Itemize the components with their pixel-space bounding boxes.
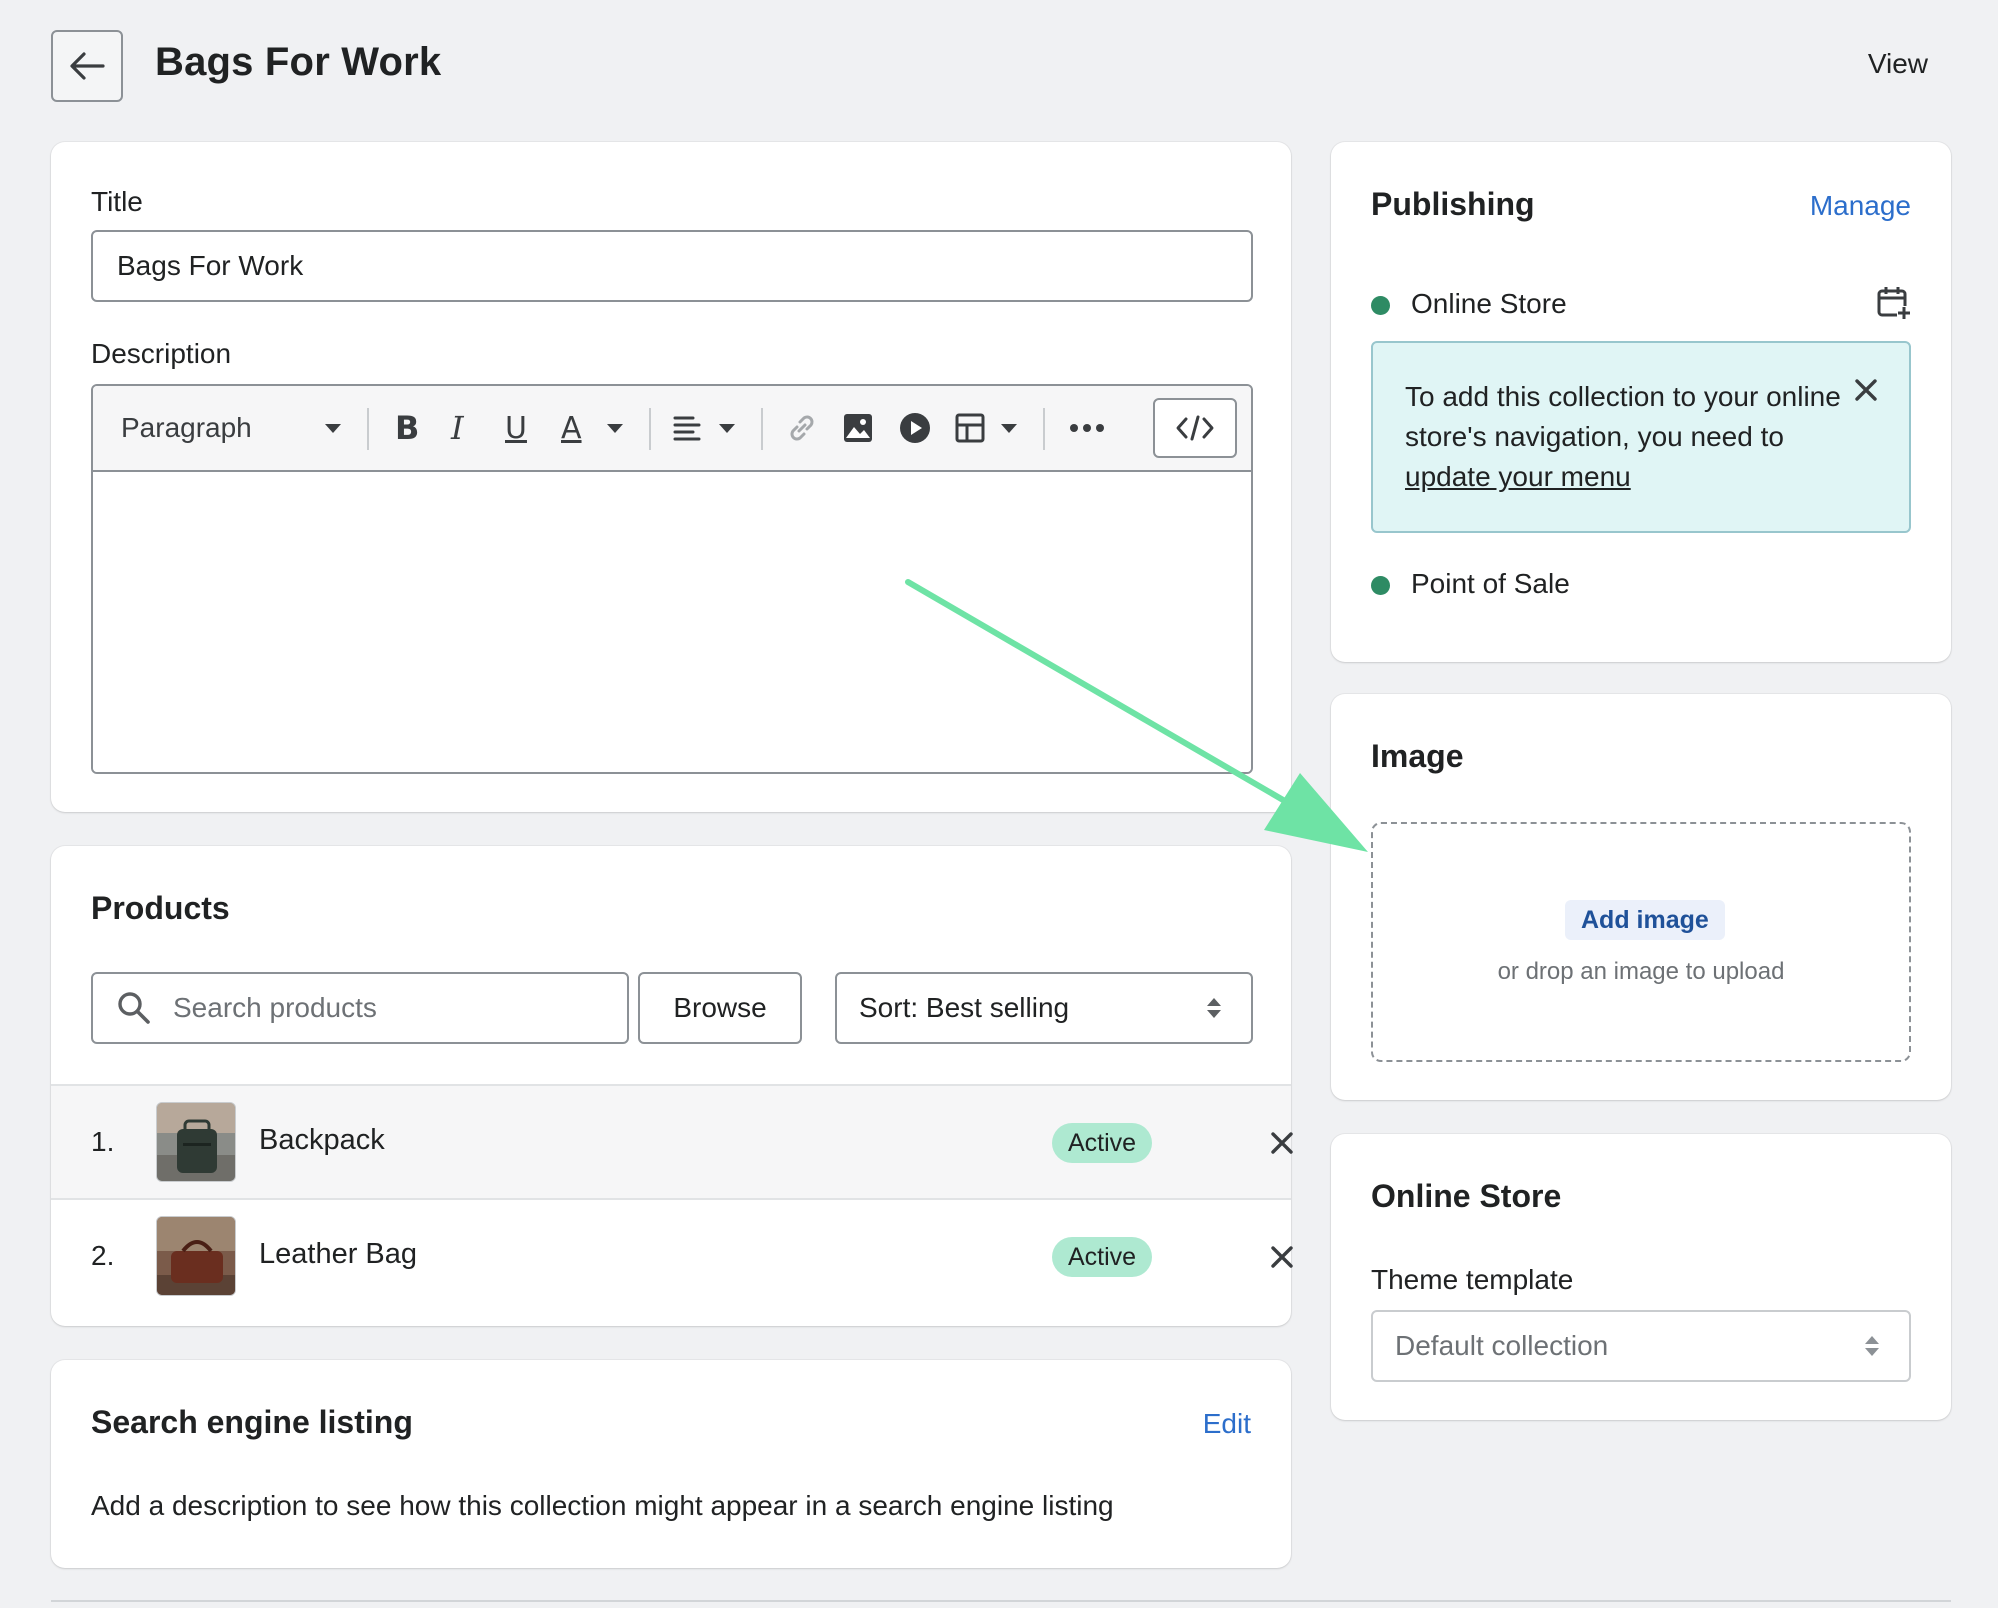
dismiss-banner-button[interactable] — [1855, 379, 1879, 403]
description-editor: Paragraph B I U A — [91, 384, 1253, 774]
page-title: Bags For Work — [155, 40, 442, 84]
title-description-card: Title Bags For Work Description Paragrap… — [51, 142, 1291, 812]
theme-template-select[interactable]: Default collection — [1371, 1310, 1911, 1382]
arrow-left-icon — [70, 52, 105, 80]
product-index: 1. — [91, 1126, 115, 1157]
editor-toolbar: Paragraph B I U A — [93, 386, 1251, 472]
table-dropdown[interactable] — [955, 408, 1017, 448]
insert-video-button[interactable] — [899, 408, 931, 448]
toolbar-divider — [367, 408, 369, 450]
product-name[interactable]: Backpack — [259, 1124, 385, 1157]
search-placeholder: Search products — [173, 992, 377, 1023]
select-arrows-icon — [1207, 998, 1221, 1018]
paragraph-style-label: Paragraph — [121, 412, 252, 443]
update-menu-link[interactable]: update your menu — [1405, 461, 1631, 492]
browse-button[interactable]: Browse — [638, 972, 802, 1044]
search-engine-listing-card: Search engine listing Edit Add a descrip… — [51, 1360, 1291, 1568]
italic-button[interactable]: I — [451, 408, 481, 448]
text-color-icon: A — [561, 410, 582, 446]
underline-icon: U — [505, 410, 527, 446]
status-badge: Active — [1052, 1123, 1153, 1163]
page-divider — [51, 1600, 1951, 1602]
select-arrows-icon — [1865, 1336, 1879, 1356]
view-link[interactable]: View — [1868, 48, 1928, 80]
online-store-status-dot — [1371, 296, 1390, 315]
bold-button[interactable]: B — [395, 408, 425, 448]
table-row: 1. Backpack Active — [51, 1084, 1293, 1198]
calendar-add-icon — [1877, 287, 1911, 320]
products-card: Products Search products Browse Sort: Be… — [51, 846, 1293, 1326]
table-icon — [955, 413, 985, 443]
more-icon — [1070, 424, 1104, 432]
seo-edit-link[interactable]: Edit — [1203, 1408, 1251, 1440]
image-dropzone[interactable]: Add image or drop an image to upload — [1371, 822, 1911, 1062]
underline-button[interactable]: U — [505, 408, 537, 448]
product-thumbnail-leather-bag — [156, 1216, 236, 1296]
banner-text: To add this collection to your online st… — [1405, 377, 1845, 497]
image-icon — [844, 414, 872, 442]
image-heading: Image — [1371, 738, 1464, 774]
video-icon — [900, 413, 930, 443]
product-index: 2. — [91, 1240, 115, 1271]
seo-heading: Search engine listing — [91, 1404, 413, 1440]
title-label: Title — [91, 186, 143, 217]
drop-hint: or drop an image to upload — [1497, 958, 1785, 985]
publishing-heading: Publishing — [1371, 186, 1535, 222]
back-button[interactable] — [51, 30, 123, 102]
remove-product-button[interactable] — [1263, 1124, 1301, 1162]
status-badge: Active — [1052, 1237, 1153, 1277]
online-store-heading: Online Store — [1371, 1178, 1562, 1214]
search-products-input[interactable]: Search products — [91, 972, 629, 1044]
description-label: Description — [91, 338, 232, 369]
align-dropdown[interactable] — [673, 408, 735, 448]
image-card: Image Add image or drop an image to uplo… — [1331, 694, 1951, 1100]
chevron-down-icon — [607, 424, 623, 433]
insert-image-button[interactable] — [843, 408, 875, 448]
collection-editor-page: Bags For Work View Title Bags For Work D… — [0, 0, 1998, 1608]
seo-description: Add a description to see how this collec… — [91, 1490, 1114, 1521]
close-icon — [1271, 1246, 1293, 1268]
bold-icon: B — [395, 409, 420, 447]
publishing-card: Publishing Manage Online Store To add th… — [1331, 142, 1951, 662]
remove-product-button[interactable] — [1263, 1238, 1301, 1276]
chevron-down-icon — [325, 424, 341, 433]
chevron-down-icon — [1001, 424, 1017, 433]
title-input[interactable]: Bags For Work — [91, 230, 1253, 302]
text-color-dropdown[interactable]: A — [561, 408, 623, 448]
toolbar-divider — [1043, 408, 1045, 450]
sort-label: Sort: Best selling — [859, 992, 1070, 1023]
product-thumbnail-backpack — [156, 1102, 236, 1182]
paragraph-style-dropdown[interactable]: Paragraph — [121, 408, 341, 448]
point-of-sale-status-dot — [1371, 576, 1390, 595]
link-button[interactable] — [787, 408, 819, 448]
search-icon — [118, 992, 150, 1024]
more-button[interactable] — [1069, 408, 1109, 448]
close-icon — [1855, 379, 1877, 401]
products-heading: Products — [91, 890, 230, 926]
banner-message: To add this collection to your online st… — [1405, 381, 1841, 452]
add-image-button[interactable]: Add image — [1565, 900, 1725, 940]
product-name[interactable]: Leather Bag — [259, 1238, 417, 1271]
close-icon — [1271, 1132, 1293, 1154]
theme-template-label: Theme template — [1371, 1264, 1574, 1295]
online-store-card: Online Store Theme template Default coll… — [1331, 1134, 1951, 1420]
toolbar-divider — [649, 408, 651, 450]
align-icon — [673, 416, 701, 441]
table-row: 2. Leather Bag Active — [51, 1198, 1293, 1312]
channel-online-store: Online Store — [1411, 288, 1567, 319]
chevron-down-icon — [719, 424, 735, 433]
navigation-info-banner: To add this collection to your online st… — [1371, 341, 1911, 533]
schedule-button[interactable] — [1877, 286, 1911, 325]
toolbar-divider — [761, 408, 763, 450]
manage-link[interactable]: Manage — [1810, 190, 1911, 222]
channel-point-of-sale: Point of Sale — [1411, 568, 1570, 599]
theme-template-value: Default collection — [1395, 1330, 1609, 1361]
italic-icon: I — [451, 409, 464, 447]
code-icon — [1176, 415, 1214, 441]
sort-select[interactable]: Sort: Best selling — [835, 972, 1253, 1044]
editor-content-area[interactable] — [93, 472, 1251, 772]
link-icon — [790, 415, 814, 441]
show-html-button[interactable] — [1153, 398, 1237, 458]
